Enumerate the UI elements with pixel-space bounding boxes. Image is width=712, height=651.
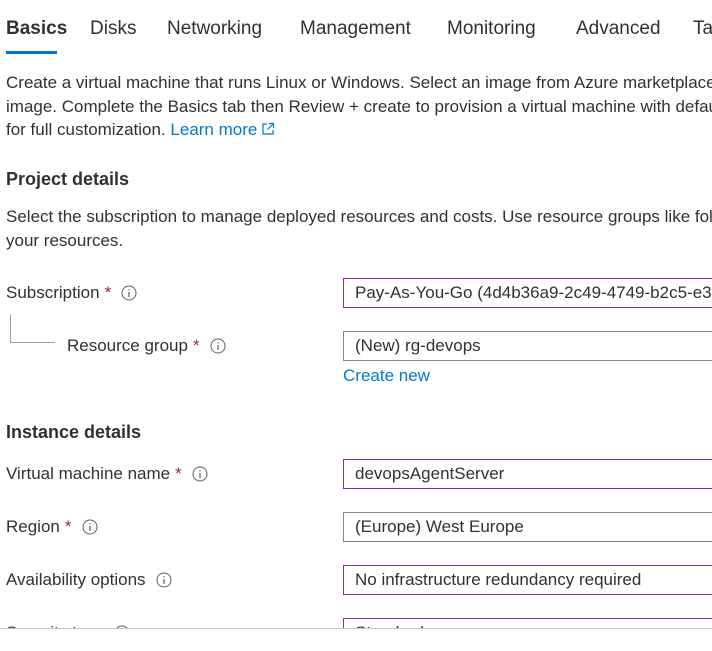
vm-name-label: Virtual machine name *	[6, 464, 208, 484]
project-desc-line-1: Select the subscription to manage deploy…	[6, 207, 712, 226]
project-details-title: Project details	[6, 169, 130, 189]
intro-line-1: Create a virtual machine that runs Linux…	[6, 73, 712, 92]
required-marker: *	[104, 283, 112, 302]
resource-group-label-text: Resource group	[67, 336, 188, 355]
learn-more-label[interactable]: Learn more	[170, 120, 257, 139]
tab-management[interactable]: Management	[300, 18, 411, 40]
tab-tags[interactable]: Tags	[693, 18, 712, 40]
subscription-label-text: Subscription	[6, 283, 100, 302]
tab-monitoring[interactable]: Monitoring	[447, 18, 536, 40]
resource-group-label: Resource group *	[67, 336, 226, 356]
info-icon[interactable]	[121, 285, 137, 301]
intro-description: Create a virtual machine that runs Linux…	[6, 71, 712, 142]
learn-more-link[interactable]: Learn more	[170, 120, 275, 139]
intro-line-3: for full customization. Learn more	[6, 118, 712, 142]
info-icon[interactable]	[156, 572, 172, 588]
region-select[interactable]: (Europe) West Europe	[343, 512, 712, 542]
intro-line-3-text: for full customization.	[6, 120, 171, 139]
required-marker: *	[192, 336, 200, 355]
region-label: Region *	[6, 517, 98, 537]
intro-line-2: image. Complete the Basics tab then Revi…	[6, 96, 712, 116]
project-desc-line-2: your resources.	[6, 230, 124, 250]
tab-advanced[interactable]: Advanced	[576, 18, 661, 40]
external-link-icon	[262, 122, 275, 135]
project-details-description: Select the subscription to manage deploy…	[6, 205, 712, 252]
subscription-select[interactable]: Pay-As-You-Go (4d4b36a9-2c49-4749-b2c5-e…	[343, 278, 712, 308]
scroll-clip-edge	[0, 628, 712, 651]
subscription-label: Subscription *	[6, 283, 137, 303]
tab-networking[interactable]: Networking	[167, 18, 262, 40]
tree-connector	[10, 314, 55, 343]
vm-name-label-text: Virtual machine name	[6, 464, 171, 483]
instance-details-title: Instance details	[6, 422, 142, 442]
tab-disks[interactable]: Disks	[90, 18, 136, 40]
availability-select[interactable]: No infrastructure redundancy required	[343, 565, 712, 595]
vm-name-input[interactable]: devopsAgentServer	[343, 459, 712, 489]
info-icon[interactable]	[210, 338, 226, 354]
active-tab-indicator	[6, 51, 57, 54]
resource-group-select[interactable]: (New) rg-devops	[343, 331, 712, 361]
tab-basics[interactable]: Basics	[6, 18, 67, 40]
info-icon[interactable]	[192, 466, 208, 482]
required-marker: *	[175, 464, 182, 483]
region-label-text: Region	[6, 517, 60, 536]
info-icon[interactable]	[82, 519, 98, 535]
availability-label: Availability options	[6, 570, 172, 590]
required-marker: *	[64, 517, 72, 536]
availability-label-text: Availability options	[6, 570, 146, 589]
create-new-link[interactable]: Create new	[343, 366, 430, 386]
